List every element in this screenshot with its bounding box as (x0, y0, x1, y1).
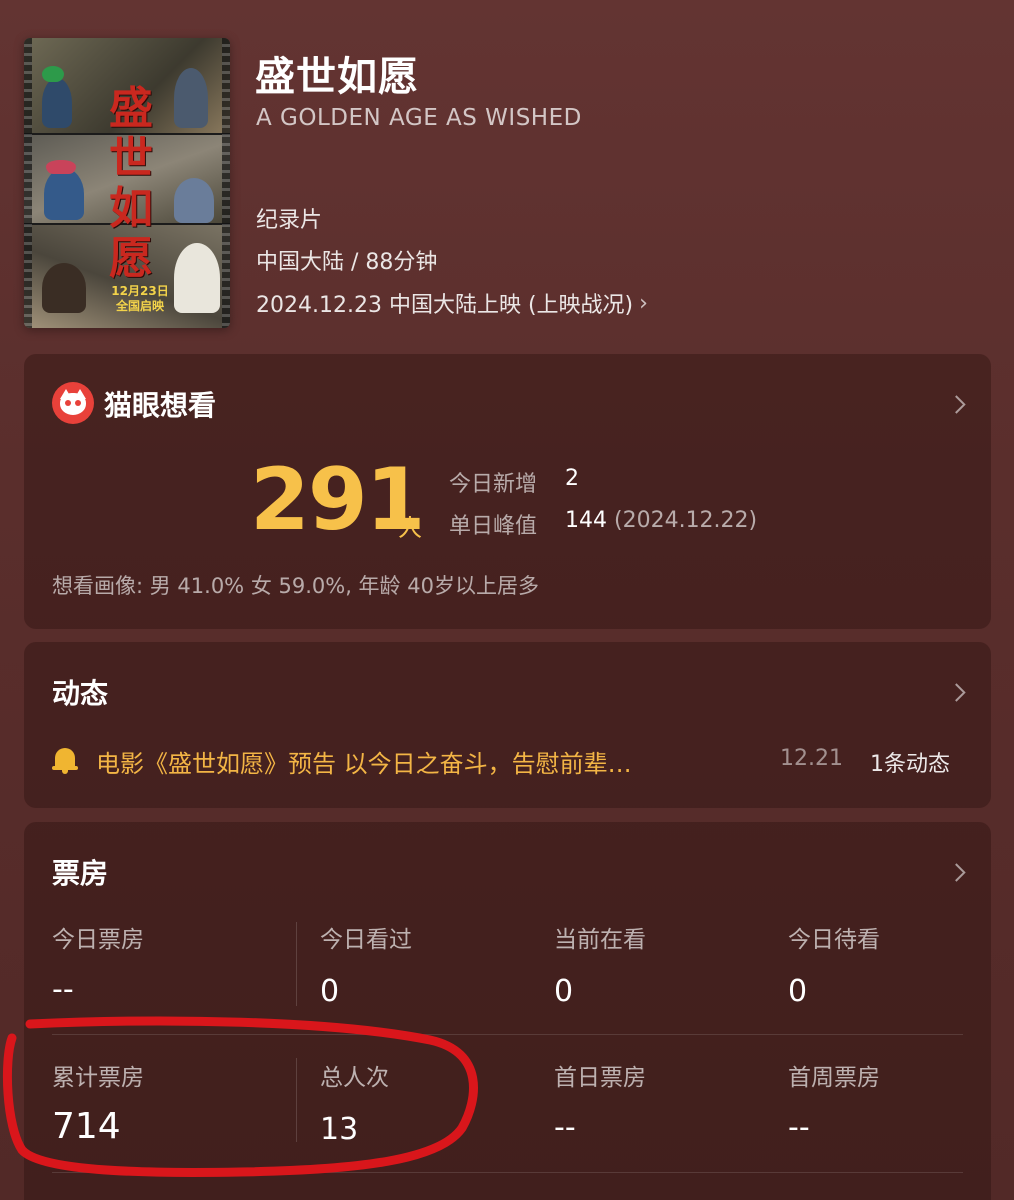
poster-figure (42, 263, 86, 313)
today-box-office-value: -- (52, 972, 74, 1007)
wish-count-unit: 人 (398, 514, 422, 542)
cat-eye (75, 400, 81, 406)
cat-eye (65, 400, 71, 406)
daily-peak-stat: 144 (2024.12.22) (565, 508, 757, 533)
poster-figure (42, 78, 72, 128)
poster-title-char: 盛 (109, 83, 153, 134)
movie-poster[interactable]: 盛 世 如 愿 12月23日 全国启映 (24, 38, 230, 328)
first-day-box-office-value: -- (554, 1110, 576, 1145)
today-box-office-label: 今日票房 (52, 927, 144, 953)
bell-clapper (62, 770, 68, 774)
wish-heading: 猫眼想看 (104, 389, 217, 422)
poster-figure (174, 68, 208, 128)
today-watched-value: 0 (320, 974, 340, 1009)
today-watched-label: 今日看过 (320, 927, 412, 953)
today-new-value: 2 (565, 466, 579, 491)
poster-film-strip (222, 38, 230, 328)
chevron-right-icon: › (639, 290, 648, 316)
bell-icon (52, 746, 78, 774)
now-watching-value: 0 (554, 974, 574, 1009)
today-to-watch-value: 0 (788, 974, 808, 1009)
chevron-right-icon[interactable] (947, 683, 966, 702)
daily-peak-label: 单日峰值 (449, 514, 538, 539)
dynamics-card[interactable]: 动态 电影《盛世如愿》预告 以今日之奋斗，告慰前辈… 12.21 1条动态 (24, 642, 991, 808)
box-office-heading: 票房 (52, 857, 109, 890)
audience-portrait: 想看画像: 男 41.0% 女 59.0%, 年龄 40岁以上居多 (52, 574, 539, 598)
movie-english-title: A GOLDEN AGE AS WISHED (256, 105, 582, 131)
now-watching-label: 当前在看 (554, 927, 646, 953)
chevron-right-icon[interactable] (947, 863, 966, 882)
bell-dome (55, 748, 75, 768)
poster-film-strip (24, 38, 32, 328)
box-office-card[interactable]: 票房 今日票房 -- 今日看过 0 当前在看 0 今日待看 0 累计票房 714… (24, 822, 991, 1200)
poster-date-line: 12月23日 (111, 284, 169, 298)
row-divider (52, 1172, 963, 1173)
movie-release-text: 2024.12.23 中国大陆上映 (上映战况) (256, 293, 634, 318)
news-count[interactable]: 1条动态 (870, 746, 950, 778)
chevron-right-icon[interactable] (947, 395, 966, 414)
poster-figure (46, 160, 76, 174)
daily-peak-date: (2024.12.22) (614, 508, 758, 533)
first-week-box-office-label: 首周票房 (788, 1065, 880, 1091)
movie-title: 盛世如愿 (255, 54, 419, 100)
first-day-box-office-label: 首日票房 (554, 1065, 646, 1091)
total-admissions-label: 总人次 (320, 1065, 389, 1091)
news-date: 12.21 (780, 746, 843, 771)
poster-title-char: 世 (109, 133, 153, 184)
today-to-watch-label: 今日待看 (788, 927, 880, 953)
poster-title-char: 愿 (109, 233, 153, 284)
today-new-label: 今日新增 (449, 472, 538, 497)
poster-figure (44, 168, 84, 220)
total-box-office-label: 累计票房 (52, 1065, 144, 1091)
poster-date-line: 全国启映 (115, 299, 164, 313)
column-divider (296, 922, 297, 1006)
daily-peak-value: 144 (565, 508, 607, 533)
maoyan-cat-icon (52, 382, 94, 424)
first-week-box-office-value: -- (788, 1110, 810, 1145)
movie-release-link[interactable]: 2024.12.23 中国大陆上映 (上映战况) › (256, 287, 648, 319)
total-admissions-value: 13 (320, 1112, 359, 1147)
poster-release-date: 12月23日 全国启映 (90, 284, 190, 314)
poster-figure (174, 178, 214, 223)
cat-face (60, 393, 86, 415)
news-headline[interactable]: 电影《盛世如愿》预告 以今日之奋斗，告慰前辈… (96, 744, 766, 779)
row-divider (52, 1034, 963, 1035)
poster-title: 盛 世 如 愿 (96, 84, 166, 284)
movie-genre: 纪录片 (256, 208, 323, 233)
wish-card[interactable]: 猫眼想看 291 人 今日新增 2 单日峰值 144 (2024.12.22) … (24, 354, 991, 629)
poster-figure (42, 66, 64, 82)
column-divider (296, 1058, 297, 1142)
poster-title-char: 如 (109, 183, 153, 234)
dynamics-heading: 动态 (52, 677, 109, 710)
movie-region-duration: 中国大陆 / 88分钟 (256, 250, 438, 275)
total-box-office-value: 714 (52, 1106, 121, 1147)
